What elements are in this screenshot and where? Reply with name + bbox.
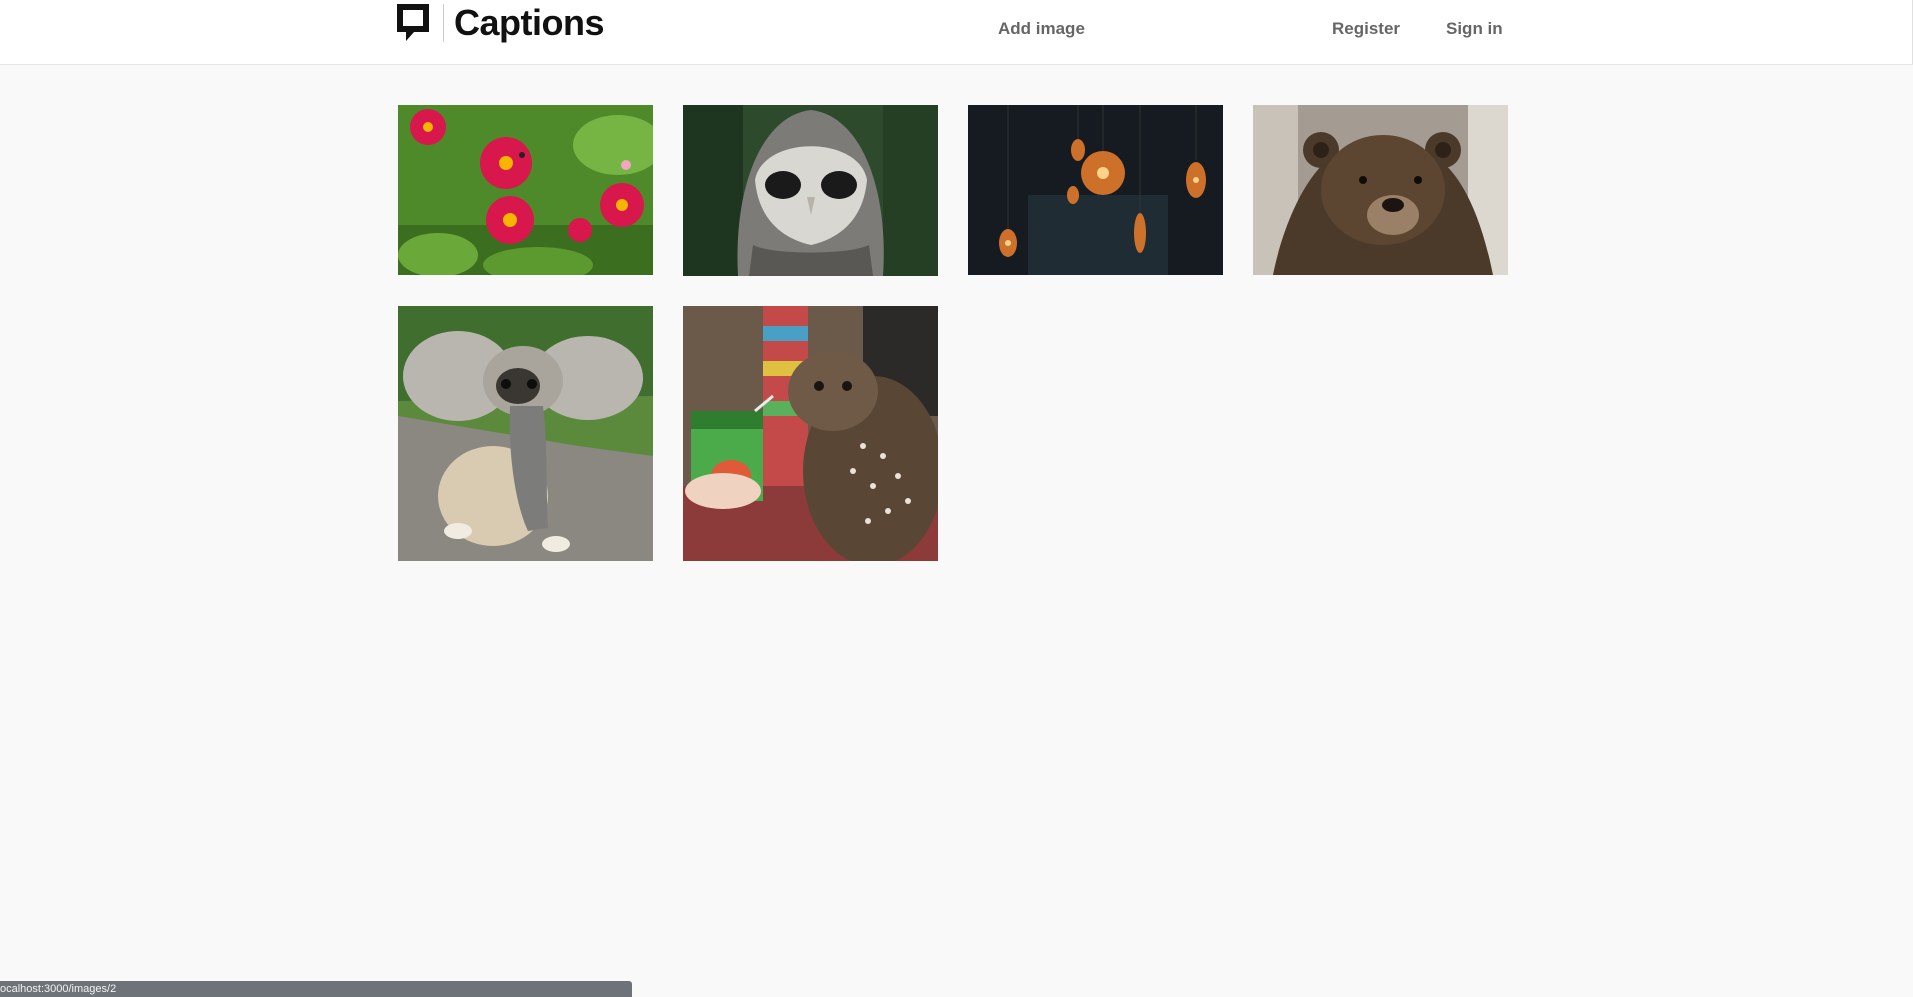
status-bar-url: ocalhost:3000/images/2 — [0, 981, 632, 997]
speech-bubble-icon — [397, 4, 429, 41]
gallery-image-pug[interactable] — [398, 306, 653, 561]
logo-divider — [443, 4, 444, 42]
gallery-image-owl-juice[interactable] — [683, 306, 938, 561]
gallery-image-flowers[interactable] — [398, 105, 653, 275]
gallery-image-bulbs[interactable] — [968, 105, 1223, 275]
top-header: Captions Add image Register Sign in — [0, 0, 1913, 65]
sign-in-link[interactable]: Sign in — [1446, 18, 1503, 40]
app-title: Captions — [454, 2, 605, 43]
register-link[interactable]: Register — [1332, 18, 1400, 40]
add-image-link[interactable]: Add image — [998, 18, 1085, 40]
gallery-image-owl[interactable] — [683, 105, 938, 276]
brand[interactable]: Captions — [395, 0, 605, 46]
gallery-image-bear[interactable] — [1253, 105, 1508, 275]
